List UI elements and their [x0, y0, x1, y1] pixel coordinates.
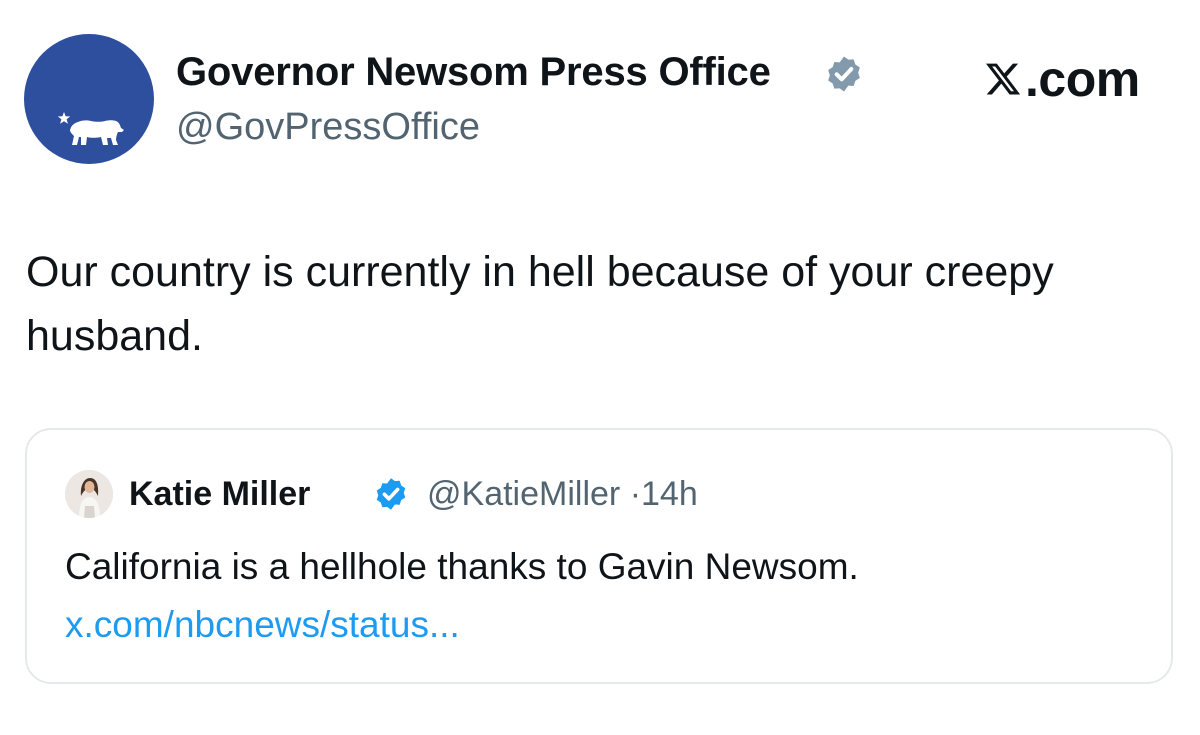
- quoted-author-handle[interactable]: @KatieMiller: [427, 475, 620, 513]
- author-handle[interactable]: @GovPressOffice: [176, 104, 480, 150]
- author-avatar[interactable]: [24, 34, 154, 164]
- verified-badge-icon: [376, 478, 406, 510]
- quoted-post-card[interactable]: Katie Miller @KatieMiller ·14h Californi…: [25, 428, 1173, 684]
- quoted-post-meta: @KatieMiller ·14h: [427, 474, 698, 514]
- x-logo-icon: [985, 63, 1021, 95]
- site-label: .com: [1025, 51, 1140, 107]
- meta-separator: ·: [629, 475, 642, 513]
- person-avatar-icon: [65, 470, 113, 518]
- author-display-name[interactable]: Governor Newsom Press Office: [176, 48, 771, 96]
- quoted-post-text: California is a hellhole thanks to Gavin…: [65, 546, 859, 587]
- post-text: Our country is currently in hell because…: [26, 248, 1054, 360]
- site-brand: .com: [984, 52, 1140, 106]
- quoted-author-name[interactable]: Katie Miller: [129, 474, 310, 514]
- quoted-post-time[interactable]: 14h: [641, 475, 698, 513]
- quoted-post-link[interactable]: x.com/nbcnews/status...: [65, 602, 460, 648]
- verified-badge-icon: [828, 56, 860, 92]
- california-bear-star-icon: [57, 112, 124, 145]
- quoted-author-avatar[interactable]: [65, 470, 113, 518]
